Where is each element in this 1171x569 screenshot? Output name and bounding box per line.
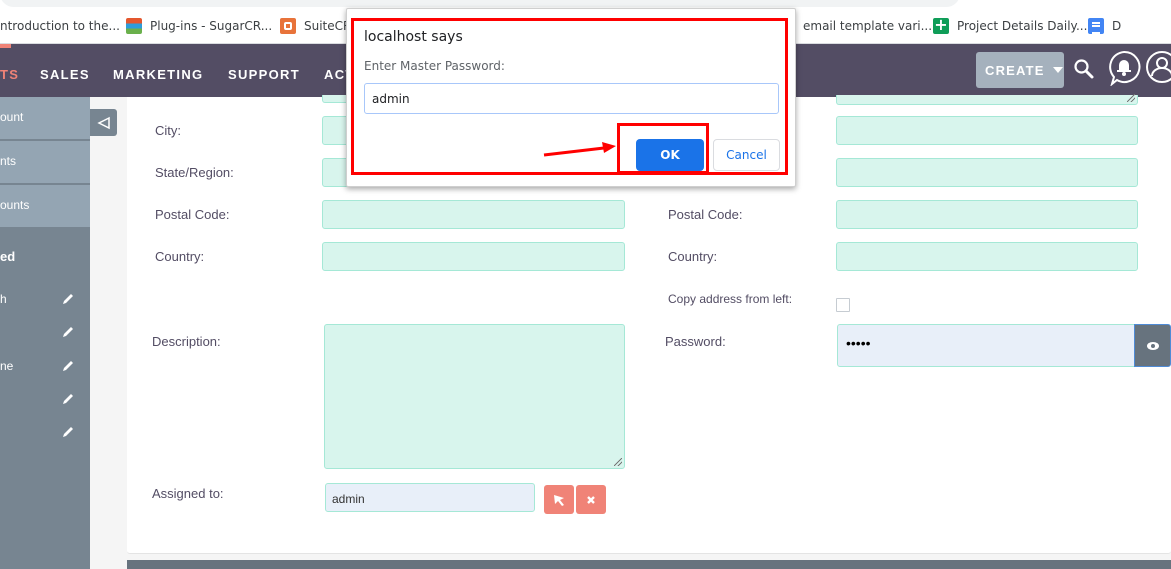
bookmark-plugins-sugarcrm[interactable]: Plug-ins - SugarCR... bbox=[126, 17, 272, 35]
alt-state-input[interactable] bbox=[836, 158, 1138, 187]
recent-item-label: ne bbox=[0, 359, 14, 373]
user-profile-icon[interactable] bbox=[1145, 50, 1171, 89]
clear-user-button[interactable] bbox=[576, 485, 606, 514]
postal-code-input[interactable] bbox=[322, 200, 625, 229]
recent-item[interactable] bbox=[0, 425, 90, 445]
browser-top-strip bbox=[0, 0, 1171, 8]
sidebar-action-view-accounts[interactable]: nts bbox=[0, 141, 90, 184]
notifications-bell-icon[interactable] bbox=[1107, 50, 1141, 91]
browser-prompt-dialog: localhost says Enter Master Password: ad… bbox=[346, 8, 796, 187]
bookmark-label: SuiteCR bbox=[304, 19, 352, 33]
street-field-right[interactable] bbox=[836, 94, 1138, 105]
sidebar-collapse-button[interactable] bbox=[90, 109, 117, 136]
eye-icon bbox=[1146, 341, 1159, 350]
recent-item[interactable] bbox=[0, 392, 90, 412]
password-value: ••••• bbox=[846, 335, 871, 351]
pencil-edit-icon[interactable] bbox=[61, 359, 75, 376]
footer-bar bbox=[127, 560, 1171, 569]
dialog-message: Enter Master Password: bbox=[364, 59, 505, 73]
dialog-title: localhost says bbox=[364, 29, 463, 45]
select-user-button[interactable] bbox=[544, 485, 574, 514]
password-label: Password: bbox=[665, 334, 726, 349]
pencil-edit-icon[interactable] bbox=[61, 392, 75, 409]
state-label: State/Region: bbox=[155, 165, 234, 180]
pencil-edit-icon[interactable] bbox=[61, 292, 75, 309]
description-textarea[interactable] bbox=[324, 324, 625, 469]
alt-city-input[interactable] bbox=[836, 116, 1138, 145]
assigned-to-label: Assigned to: bbox=[152, 486, 224, 501]
description-label: Description: bbox=[152, 334, 221, 349]
password-input[interactable]: ••••• bbox=[837, 324, 1135, 367]
alt-country-input[interactable] bbox=[836, 242, 1138, 271]
sheets-icon bbox=[933, 15, 949, 34]
sidebar-action-label: ount bbox=[0, 110, 24, 124]
resize-handle-icon[interactable] bbox=[1127, 94, 1135, 102]
bookmark-label: email template vari... bbox=[803, 19, 933, 33]
bookmark-email-template[interactable]: email template vari... bbox=[803, 17, 932, 35]
sidebar-action-label: ounts bbox=[0, 198, 30, 212]
pencil-edit-icon[interactable] bbox=[61, 325, 75, 342]
recent-item[interactable]: ne bbox=[0, 359, 90, 379]
nav-item-accounts[interactable]: TS bbox=[0, 67, 19, 82]
ok-button[interactable]: OK bbox=[636, 139, 704, 171]
bookmark-label: Plug-ins - SugarCR... bbox=[150, 19, 273, 33]
close-icon bbox=[587, 495, 595, 504]
show-password-button[interactable] bbox=[1134, 324, 1171, 367]
master-password-input[interactable]: admin bbox=[364, 83, 779, 114]
bookmark-introduction[interactable]: ntroduction to the... bbox=[0, 17, 120, 35]
bookmark-project-details[interactable]: Project Details Daily... bbox=[933, 15, 1088, 35]
alt-postal-code-input[interactable] bbox=[836, 200, 1138, 229]
suitecrm-icon bbox=[280, 18, 296, 34]
country-label: Country: bbox=[155, 249, 205, 264]
resize-handle-icon[interactable] bbox=[614, 458, 622, 466]
cancel-button[interactable]: Cancel bbox=[713, 139, 780, 171]
active-tab-indicator bbox=[0, 44, 11, 48]
nav-item-marketing[interactable]: MARKETING bbox=[113, 67, 203, 82]
assigned-to-input[interactable]: admin bbox=[325, 483, 535, 512]
sidebar-action-import-accounts[interactable]: ounts bbox=[0, 185, 90, 228]
sidebar-action-create-account[interactable]: ount bbox=[0, 97, 90, 140]
copy-address-label: Copy address from left: bbox=[668, 292, 793, 306]
bookmark-label: ntroduction to the... bbox=[0, 19, 120, 33]
recent-item[interactable] bbox=[0, 325, 90, 345]
triangle-left-icon bbox=[96, 116, 110, 129]
create-label: CREATE bbox=[985, 62, 1045, 78]
assigned-to-value: admin bbox=[332, 492, 365, 506]
chevron-down-icon bbox=[1052, 67, 1063, 73]
address-bar[interactable] bbox=[0, 0, 960, 7]
recent-item-label: h bbox=[0, 292, 7, 306]
bookmark-docs[interactable]: D bbox=[1088, 17, 1121, 35]
nav-item-sales[interactable]: SALES bbox=[40, 67, 90, 82]
city-label: City: bbox=[155, 123, 181, 138]
cursor-arrow-icon bbox=[554, 494, 564, 506]
search-icon[interactable] bbox=[1073, 58, 1095, 85]
bookmark-label: Project Details Daily... bbox=[957, 19, 1088, 33]
create-button[interactable]: CREATE bbox=[976, 52, 1064, 88]
sidebar-action-label: nts bbox=[0, 154, 17, 168]
bookmark-label: D bbox=[1112, 19, 1122, 33]
copy-address-checkbox[interactable] bbox=[836, 298, 850, 312]
country-input[interactable] bbox=[322, 242, 625, 271]
bookmark-suitecrm[interactable]: SuiteCR bbox=[280, 17, 351, 35]
alt-country-label: Country: bbox=[668, 249, 718, 264]
recent-item[interactable]: h bbox=[0, 292, 90, 312]
alt-postal-code-label: Postal Code: bbox=[668, 207, 743, 222]
sidebar: ount nts ounts ed h ne bbox=[0, 97, 90, 569]
layers-icon bbox=[126, 18, 142, 34]
postal-code-label: Postal Code: bbox=[155, 207, 230, 222]
pencil-edit-icon[interactable] bbox=[61, 425, 75, 442]
recently-viewed-heading: ed bbox=[0, 249, 16, 264]
docs-icon bbox=[1088, 18, 1104, 34]
nav-item-support[interactable]: SUPPORT bbox=[228, 67, 300, 82]
